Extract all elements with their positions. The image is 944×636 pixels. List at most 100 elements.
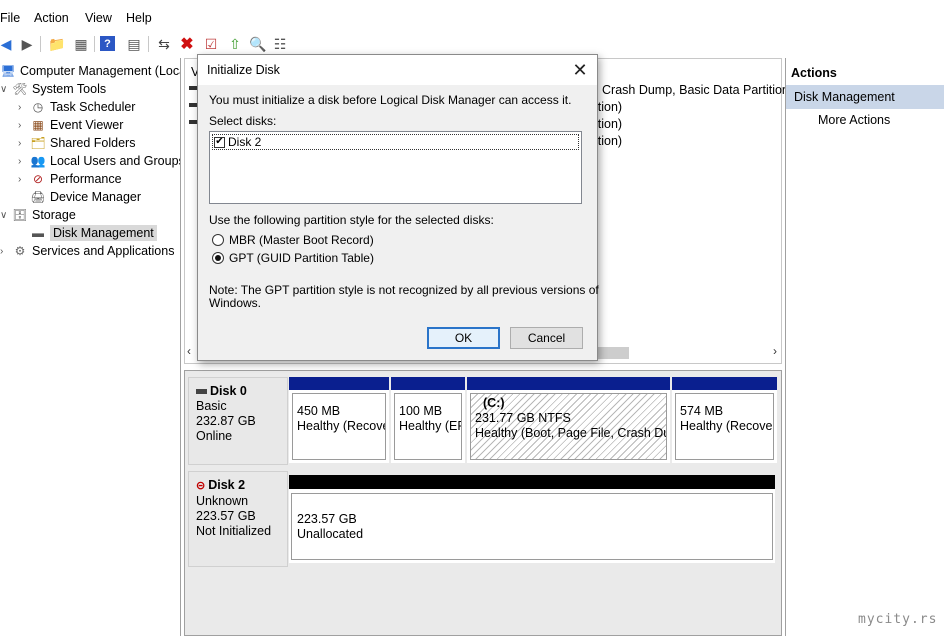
- partition-style-label: Use the following partition style for th…: [209, 213, 494, 227]
- disk2-label[interactable]: ⊝ Disk 2 Unknown 223.57 GB Not Initialize…: [188, 471, 288, 567]
- partition-recovery-2[interactable]: 574 MB Healthy (Recover: [672, 377, 777, 463]
- disk0-partitions: 450 MB Healthy (Recove 100 MB Healthy (EF …: [289, 377, 777, 465]
- volume-row-text[interactable]: ition): [595, 100, 622, 114]
- toolbar-divider: [148, 36, 149, 52]
- partition-unallocated[interactable]: 223.57 GB Unallocated: [289, 475, 775, 563]
- chevron-down-icon[interactable]: ∨: [0, 210, 12, 221]
- tree-item-performance[interactable]: › ⊘ Performance: [18, 170, 122, 188]
- unallocated-bar: [289, 475, 775, 489]
- tree-item-local-users[interactable]: › 👥 Local Users and Groups: [18, 152, 180, 170]
- storage-icon: 🗄: [12, 208, 28, 222]
- chevron-down-icon[interactable]: ∨: [0, 84, 12, 95]
- help-icon[interactable]: ?: [100, 36, 115, 51]
- tree-item-task-scheduler[interactable]: › ◷ Task Scheduler: [18, 98, 135, 116]
- volume-row-text[interactable]: Crash Dump, Basic Data Partition): [602, 83, 793, 97]
- chevron-right-icon[interactable]: ›: [18, 156, 30, 167]
- disk2-status: Not Initialized: [196, 524, 272, 538]
- search-icon[interactable]: 🔍: [248, 34, 268, 54]
- partition-c-drive[interactable]: (C:) 231.77 GB NTFS Healthy (Boot, Page Fi…: [467, 377, 670, 463]
- up-folder-icon[interactable]: 📁: [47, 34, 67, 54]
- tree-item-event-viewer[interactable]: › ▦ Event Viewer: [18, 116, 123, 134]
- console-tree: 🖥 Computer Management (Local ∨ 🛠 System …: [0, 58, 181, 636]
- tree-item-computer-management[interactable]: 🖥 Computer Management (Local: [0, 62, 180, 80]
- disk2-name: Disk 2: [208, 478, 246, 492]
- mbr-radio-label: MBR (Master Boot Record): [229, 233, 374, 247]
- clock-icon: ◷: [32, 100, 44, 114]
- disk0-status: Online: [196, 429, 233, 443]
- disk0-type: Basic: [196, 399, 227, 413]
- back-arrow-icon[interactable]: ◀: [0, 34, 16, 54]
- partition-bar: [391, 377, 465, 390]
- performance-icon: ⊘: [32, 172, 44, 186]
- show-hide-tree-icon[interactable]: ▦: [71, 34, 91, 54]
- services-icon: ⚙: [14, 244, 26, 258]
- tree-item-system-tools[interactable]: ∨ 🛠 System Tools: [0, 80, 106, 98]
- volume-row-text[interactable]: ition): [595, 117, 622, 131]
- initialize-disk-dialog: Initialize Disk ✕ You must initialize a …: [197, 54, 599, 361]
- menu-action[interactable]: Action: [34, 11, 69, 25]
- unallocated-label: Unallocated: [297, 527, 364, 541]
- partition-body: (C:) 231.77 GB NTFS Healthy (Boot, Page Fi…: [470, 393, 667, 460]
- actions-section-disk-management[interactable]: Disk Management: [786, 85, 944, 109]
- properties-icon[interactable]: ▤: [124, 34, 144, 54]
- delete-icon[interactable]: ✖: [177, 34, 197, 54]
- computer-icon: 🖥: [0, 64, 16, 78]
- tree-item-disk-management[interactable]: ▬ Disk Management: [30, 224, 157, 242]
- partition-size: 100 MB: [399, 404, 443, 418]
- partition-size: 231.77 GB NTFS: [475, 411, 571, 425]
- menu-file[interactable]: File: [0, 11, 20, 25]
- tools-icon: 🛠: [12, 82, 28, 96]
- chevron-right-icon[interactable]: ›: [18, 120, 30, 131]
- forward-arrow-icon[interactable]: ▶: [17, 34, 37, 54]
- device-manager-icon: 🖨: [30, 190, 46, 204]
- disk2-size: 223.57 GB: [196, 509, 256, 523]
- partition-label: (C:): [483, 396, 505, 410]
- partition-body: 450 MB Healthy (Recove: [292, 393, 386, 460]
- disk-list-item[interactable]: ✔ Disk 2: [212, 134, 579, 150]
- disk-graphical-view: Disk 0 Basic 232.87 GB Online 450 MB Heal…: [184, 370, 782, 636]
- chevron-right-icon[interactable]: ›: [0, 246, 12, 257]
- gpt-note-line2: Windows.: [209, 296, 262, 310]
- dialog-titlebar[interactable]: Initialize Disk ✕: [198, 55, 597, 85]
- tree-item-shared-folders[interactable]: › 🗂 Shared Folders: [18, 134, 135, 152]
- chevron-right-icon[interactable]: ›: [18, 174, 30, 185]
- radio-button-off[interactable]: [212, 234, 224, 246]
- partition-size: 574 MB: [680, 404, 724, 418]
- check-icon[interactable]: ☑: [201, 34, 221, 54]
- more-actions-link[interactable]: More Actions: [818, 113, 890, 127]
- partition-status: Healthy (Recove: [297, 419, 386, 433]
- menu-help[interactable]: Help: [126, 11, 152, 25]
- actions-pane: Actions Disk Management More Actions: [785, 58, 944, 636]
- disk-list[interactable]: ✔ Disk 2: [209, 131, 582, 204]
- connect-icon[interactable]: ⇆: [154, 34, 174, 54]
- ok-button[interactable]: OK: [427, 327, 500, 349]
- partition-bar: [467, 377, 670, 390]
- gpt-note-line1: Note: The GPT partition style is not rec…: [209, 283, 599, 297]
- chevron-right-icon[interactable]: ›: [18, 102, 30, 113]
- tree-item-device-manager[interactable]: 🖨 Device Manager: [30, 188, 141, 206]
- toolbar-divider: [94, 36, 95, 52]
- scroll-right-icon[interactable]: ›: [773, 344, 777, 358]
- settings-icon[interactable]: ☷: [270, 34, 290, 54]
- import-icon[interactable]: ⇧: [225, 34, 245, 54]
- gpt-radio[interactable]: GPT (GUID Partition Table): [212, 251, 374, 265]
- not-initialized-icon: ⊝: [196, 480, 206, 492]
- radio-button-on[interactable]: [212, 252, 224, 264]
- partition-recovery-1[interactable]: 450 MB Healthy (Recove: [289, 377, 389, 463]
- gpt-radio-label: GPT (GUID Partition Table): [229, 251, 374, 265]
- volume-row-text[interactable]: ition): [595, 134, 622, 148]
- tree-item-storage[interactable]: ∨ 🗄 Storage: [0, 206, 76, 224]
- select-disks-label: Select disks:: [209, 114, 277, 128]
- partition-efi[interactable]: 100 MB Healthy (EF: [391, 377, 465, 463]
- tree-item-services[interactable]: › ⚙ Services and Applications: [0, 242, 174, 260]
- shared-folder-icon: 🗂: [30, 136, 46, 150]
- disk0-label[interactable]: Disk 0 Basic 232.87 GB Online: [188, 377, 288, 465]
- menu-view[interactable]: View: [85, 11, 112, 25]
- mbr-radio[interactable]: MBR (Master Boot Record): [212, 233, 374, 247]
- chevron-right-icon[interactable]: ›: [18, 138, 30, 149]
- scroll-left-icon[interactable]: ‹: [187, 344, 191, 358]
- menu-bar: File Action View Help: [0, 0, 944, 34]
- disk-checkbox[interactable]: ✔: [214, 136, 225, 148]
- close-icon[interactable]: ✕: [563, 55, 597, 85]
- cancel-button[interactable]: Cancel: [510, 327, 583, 349]
